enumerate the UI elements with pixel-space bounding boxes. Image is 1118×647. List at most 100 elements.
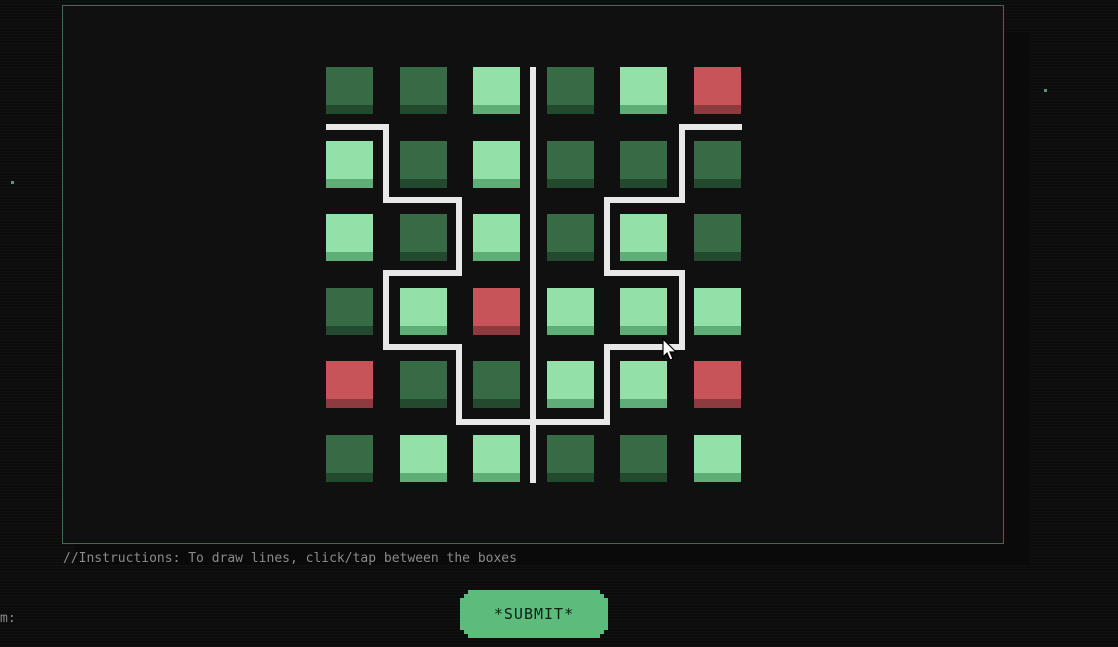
cell-shadow xyxy=(326,179,373,188)
cell-shadow xyxy=(473,179,520,188)
cell-face xyxy=(620,141,667,179)
cell-face xyxy=(547,288,594,326)
cell-shadow xyxy=(473,252,520,261)
cell-face xyxy=(694,361,741,399)
board-cell-light[interactable] xyxy=(547,288,594,335)
board-cell-light[interactable] xyxy=(473,67,520,114)
board-cell-light[interactable] xyxy=(694,288,741,335)
board-cell-light[interactable] xyxy=(473,214,520,261)
board-cell-dark[interactable] xyxy=(694,141,741,188)
cell-shadow xyxy=(694,399,741,408)
cell-face xyxy=(326,67,373,105)
board-cell-red[interactable] xyxy=(473,288,520,335)
cell-shadow xyxy=(694,473,741,482)
cell-shadow xyxy=(400,473,447,482)
board-cell-dark[interactable] xyxy=(620,435,667,482)
cell-shadow xyxy=(547,473,594,482)
cell-face xyxy=(694,67,741,105)
cell-shadow xyxy=(473,473,520,482)
board-cell-light[interactable] xyxy=(620,361,667,408)
decorative-pixel xyxy=(1044,89,1047,92)
board-cell-dark[interactable] xyxy=(400,361,447,408)
cell-shadow xyxy=(694,252,741,261)
cell-face xyxy=(400,141,447,179)
cell-face xyxy=(694,288,741,326)
cell-face xyxy=(473,214,520,252)
board-cell-light[interactable] xyxy=(473,435,520,482)
board-cell-light[interactable] xyxy=(547,361,594,408)
cell-shadow xyxy=(620,473,667,482)
cell-shadow xyxy=(326,473,373,482)
board-cell-red[interactable] xyxy=(326,361,373,408)
board-cell-dark[interactable] xyxy=(547,435,594,482)
cell-shadow xyxy=(326,399,373,408)
board-cell-dark[interactable] xyxy=(326,67,373,114)
board-cell-dark[interactable] xyxy=(547,214,594,261)
cell-face xyxy=(694,141,741,179)
cell-shadow xyxy=(547,105,594,114)
board-cell-light[interactable] xyxy=(326,141,373,188)
board-cell-light[interactable] xyxy=(326,214,373,261)
board-cell-dark[interactable] xyxy=(400,67,447,114)
cell-shadow xyxy=(400,105,447,114)
cell-shadow xyxy=(400,179,447,188)
cell-face xyxy=(326,214,373,252)
cell-face xyxy=(694,214,741,252)
cell-shadow xyxy=(326,326,373,335)
cell-face xyxy=(547,214,594,252)
cell-face xyxy=(694,435,741,473)
cell-shadow xyxy=(547,252,594,261)
puzzle-board[interactable] xyxy=(326,67,742,485)
board-cell-dark[interactable] xyxy=(547,67,594,114)
cell-shadow xyxy=(547,179,594,188)
submit-button[interactable]: *SUBMIT* xyxy=(460,590,608,638)
cell-face xyxy=(326,435,373,473)
cell-face xyxy=(620,361,667,399)
cell-face xyxy=(620,435,667,473)
cell-face xyxy=(620,288,667,326)
board-cell-dark[interactable] xyxy=(620,141,667,188)
drawn-lines xyxy=(326,67,742,483)
board-cell-light[interactable] xyxy=(620,288,667,335)
cell-shadow xyxy=(473,326,520,335)
cell-shadow xyxy=(473,105,520,114)
cell-face xyxy=(400,435,447,473)
cell-shadow xyxy=(694,179,741,188)
board-cell-dark[interactable] xyxy=(326,288,373,335)
board-cell-light[interactable] xyxy=(620,67,667,114)
cell-face xyxy=(547,361,594,399)
cell-shadow xyxy=(620,252,667,261)
cell-shadow xyxy=(400,326,447,335)
cell-shadow xyxy=(620,179,667,188)
cell-face xyxy=(326,141,373,179)
edge-label: m: xyxy=(0,611,16,626)
cell-face xyxy=(473,141,520,179)
cell-shadow xyxy=(620,105,667,114)
cell-shadow xyxy=(694,105,741,114)
cell-face xyxy=(547,141,594,179)
board-cell-dark[interactable] xyxy=(694,214,741,261)
cell-shadow xyxy=(620,326,667,335)
board-cell-dark[interactable] xyxy=(326,435,373,482)
cell-face xyxy=(620,214,667,252)
cell-face xyxy=(473,435,520,473)
board-cell-light[interactable] xyxy=(694,435,741,482)
board-cell-dark[interactable] xyxy=(547,141,594,188)
cell-face xyxy=(400,288,447,326)
board-cell-light[interactable] xyxy=(473,141,520,188)
cell-shadow xyxy=(326,105,373,114)
board-cell-light[interactable] xyxy=(620,214,667,261)
board-cell-red[interactable] xyxy=(694,67,741,114)
board-cell-dark[interactable] xyxy=(400,141,447,188)
board-cell-red[interactable] xyxy=(694,361,741,408)
board-cell-dark[interactable] xyxy=(400,214,447,261)
instructions-text: //Instructions: To draw lines, click/tap… xyxy=(63,551,517,566)
board-cell-dark[interactable] xyxy=(473,361,520,408)
cell-face xyxy=(400,214,447,252)
board-cell-light[interactable] xyxy=(400,435,447,482)
cell-face xyxy=(326,361,373,399)
board-cell-light[interactable] xyxy=(400,288,447,335)
cell-face xyxy=(547,67,594,105)
cell-shadow xyxy=(400,399,447,408)
cell-face xyxy=(326,288,373,326)
